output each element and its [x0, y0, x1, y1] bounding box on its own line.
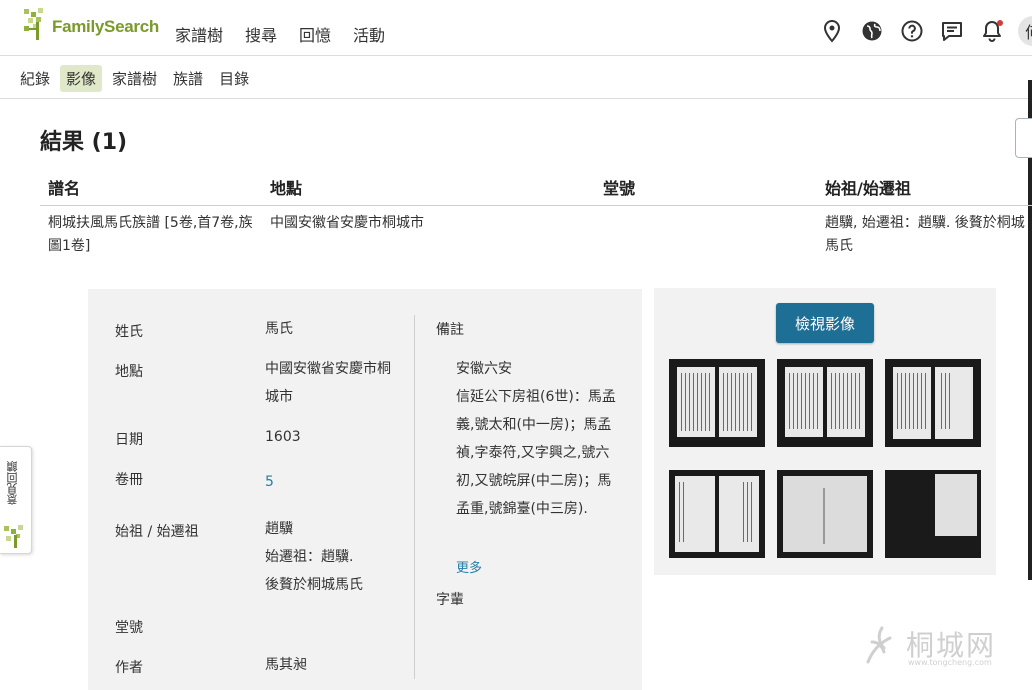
- row-place: 中國安徽省安慶市桐城市: [270, 215, 424, 231]
- notifications-icon[interactable]: [980, 19, 1004, 43]
- tab-images[interactable]: 影像: [60, 65, 103, 92]
- nav-search[interactable]: 搜尋: [245, 22, 277, 46]
- feedback-label: 意見回饋: [6, 461, 19, 505]
- surname-label: 姓氏: [115, 324, 143, 340]
- familysearch-logo[interactable]: FamilySearch: [24, 7, 159, 41]
- location-pin-icon[interactable]: [820, 19, 844, 43]
- more-link[interactable]: 更多: [456, 557, 482, 576]
- tab-family-tree[interactable]: 家譜樹: [106, 65, 163, 92]
- results-table-header: 譜名 地點 堂號 始祖/始遷祖: [40, 172, 1032, 206]
- detail-divider: [414, 315, 415, 679]
- image-thumbnail[interactable]: [669, 359, 765, 447]
- column-header-hall[interactable]: 堂號: [603, 175, 635, 199]
- ancestor-value-line1: 趙驥: [265, 521, 293, 537]
- column-header-place[interactable]: 地點: [270, 175, 302, 199]
- logo-text: FamilySearch: [52, 17, 159, 36]
- volumes-label: 卷冊: [115, 472, 143, 488]
- generation-names-label: 字輩: [436, 592, 464, 608]
- feedback-tab[interactable]: 意見回饋: [0, 446, 32, 554]
- globe-icon[interactable]: [860, 19, 884, 43]
- place-value: 中國安徽省安慶市桐城市: [265, 361, 391, 405]
- messages-icon[interactable]: [940, 19, 964, 43]
- search-subnav: 紀錄 影像 家譜樹 族譜 目錄: [0, 56, 1032, 99]
- surname-value: 馬氏: [265, 321, 293, 337]
- ancestor-value-line3: 後贅於桐城馬氏: [265, 577, 363, 593]
- watermark: 桐城网 www.tongcheng.com: [862, 622, 1008, 670]
- watermark-url: www.tongcheng.com: [908, 658, 992, 667]
- row-ancestor: 趙驥, 始遷祖：趙驥. 後贅於桐城馬氏: [825, 215, 1025, 254]
- nav-activities[interactable]: 活動: [353, 22, 385, 46]
- ancestor-label: 始祖 / 始遷祖: [115, 524, 199, 540]
- nav-memories[interactable]: 回憶: [299, 22, 331, 46]
- tab-genealogies[interactable]: 族譜: [167, 65, 209, 92]
- image-thumbnail[interactable]: [885, 359, 981, 447]
- tab-records[interactable]: 紀錄: [14, 65, 56, 92]
- column-header-ancestor[interactable]: 始祖/始遷祖: [825, 175, 911, 199]
- author-label: 作者: [115, 660, 143, 676]
- author-value: 馬其昶: [265, 657, 307, 673]
- results-title: 結果 (1): [40, 130, 128, 155]
- image-thumbnail[interactable]: [777, 470, 873, 558]
- notification-badge: [997, 20, 1003, 26]
- watermark-logo-icon: [866, 626, 892, 664]
- tree-logo-icon: [24, 8, 43, 40]
- help-icon[interactable]: [900, 19, 924, 43]
- avatar[interactable]: 何: [1018, 16, 1032, 46]
- notes-text: 安徽六安 信延公下房祖(6世)：馬孟義,號太和(中一房)；馬孟禎,字泰符,又字興…: [456, 361, 616, 517]
- notes-label: 備註: [436, 322, 464, 338]
- table-row[interactable]: 桐城扶風馬氏族譜 [5卷,首7卷,族圖1卷] 中國安徽省安慶市桐城市 趙驥, 始…: [40, 206, 1032, 266]
- image-thumbnail[interactable]: [669, 470, 765, 558]
- image-thumbnail[interactable]: [777, 359, 873, 447]
- side-panel-toggle[interactable]: [1015, 118, 1032, 158]
- hall-label: 堂號: [115, 620, 143, 636]
- place-label: 地點: [115, 364, 143, 380]
- view-images-button[interactable]: 檢視影像: [776, 303, 874, 343]
- image-thumbnail[interactable]: [885, 470, 981, 558]
- nav-family-tree[interactable]: 家譜樹: [175, 22, 223, 46]
- tab-catalog[interactable]: 目錄: [213, 65, 255, 92]
- top-header: FamilySearch 家譜樹 搜尋 回憶 活動 何: [0, 0, 1032, 56]
- date-label: 日期: [115, 432, 143, 448]
- header-icons: 何: [804, 16, 1032, 46]
- ancestor-value-line2: 始遷祖：趙驥.: [265, 549, 354, 565]
- column-header-name[interactable]: 譜名: [48, 175, 80, 199]
- tree-logo-icon: [4, 525, 23, 548]
- main-nav: 家譜樹 搜尋 回憶 活動: [175, 22, 407, 46]
- volumes-link[interactable]: 5: [265, 468, 274, 496]
- image-preview-panel: 檢視影像: [654, 288, 996, 575]
- date-value: 1603: [265, 429, 301, 445]
- record-detail-panel: 姓氏 馬氏 地點 中國安徽省安慶市桐城市 日期 1603 卷冊 5 始祖 / 始…: [88, 289, 642, 690]
- row-genealogy-name: 桐城扶風馬氏族譜 [5卷,首7卷,族圖1卷]: [48, 215, 253, 254]
